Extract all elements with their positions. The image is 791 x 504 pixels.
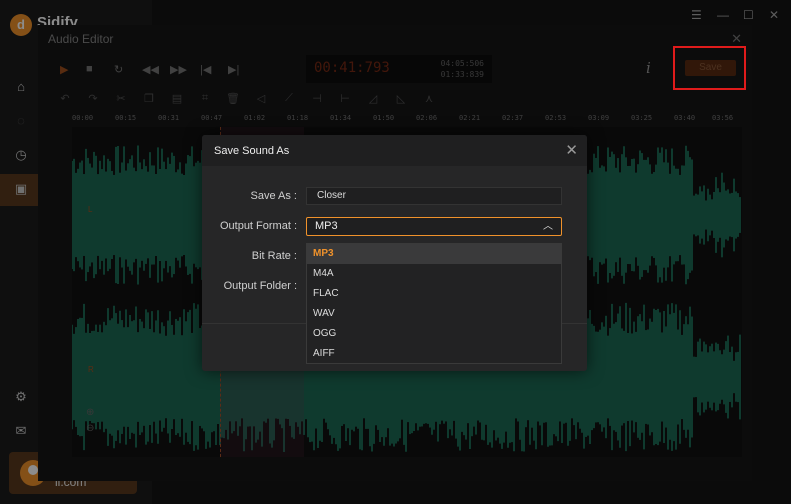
format-option-flac[interactable]: FLAC: [307, 284, 561, 304]
save-as-input[interactable]: Closer: [306, 187, 562, 205]
format-option-mp3[interactable]: MP3: [307, 244, 561, 264]
save-highlight-box: [673, 46, 746, 90]
dialog-title: Save Sound As: [214, 145, 290, 157]
format-option-ogg[interactable]: OGG: [307, 324, 561, 344]
dialog-close-icon[interactable]: ✕: [565, 141, 578, 159]
output-format-select[interactable]: MP3 ︿: [306, 217, 562, 236]
format-dropdown-list: MP3 M4A FLAC WAV OGG AIFF: [306, 243, 562, 364]
app-window: d Sidify ⌂ ◌ ◷ ▣ ⚙ ✉ il.com ☰ — ☐ ✕ Audi…: [0, 0, 791, 504]
chevron-up-icon: ︿: [543, 221, 553, 232]
bit-rate-label: Bit Rate :: [251, 250, 297, 262]
output-format-label: Output Format :: [219, 220, 297, 232]
format-option-wav[interactable]: WAV: [307, 304, 561, 324]
save-as-label: Save As :: [250, 190, 297, 202]
format-option-m4a[interactable]: M4A: [307, 264, 561, 284]
dialog-header: Save Sound As ✕: [202, 135, 587, 166]
output-folder-label: Output Folder :: [223, 280, 297, 292]
output-format-value: MP3: [315, 220, 338, 232]
format-option-aiff[interactable]: AIFF: [307, 344, 561, 364]
